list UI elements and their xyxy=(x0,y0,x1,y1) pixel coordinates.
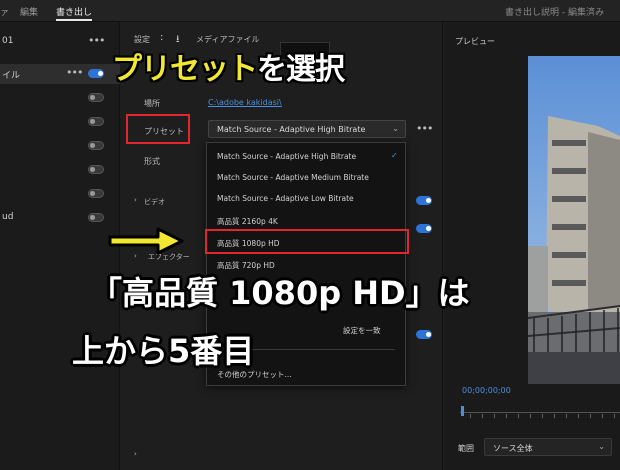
destination-toggle[interactable] xyxy=(88,141,104,150)
chevron-down-icon: ⌄ xyxy=(598,442,605,451)
tab-edit-partial[interactable]: ァ xyxy=(0,5,9,18)
caption-line-2: 上から5番目 xyxy=(72,332,255,370)
destination-row[interactable] xyxy=(0,112,120,132)
destination-label: 01 xyxy=(2,36,14,46)
export-title: 書き出し説明 - 編集済み xyxy=(505,8,604,18)
video-section-chevron-icon[interactable]: › xyxy=(134,196,137,204)
preset-label-highlight xyxy=(126,114,190,144)
match-settings-text[interactable]: 設定を一致 xyxy=(343,325,381,336)
headline-yellow-text: プリセット xyxy=(112,52,258,87)
preset-option[interactable]: Match Source - Adaptive High Bitrate xyxy=(217,152,356,161)
destination-toggle[interactable] xyxy=(88,213,104,222)
range-select-value: ソース全体 xyxy=(493,444,533,453)
destination-panel: 01 ••• イル ••• ud xyxy=(0,22,120,470)
colon-icon: : xyxy=(160,32,164,43)
destination-row[interactable]: ud xyxy=(0,208,120,228)
destination-toggle[interactable] xyxy=(88,93,104,102)
captions-toggle[interactable] xyxy=(416,330,432,339)
preview-image xyxy=(528,56,620,384)
destination-toggle[interactable] xyxy=(88,69,104,78)
video-section-label[interactable]: ビデオ xyxy=(144,197,165,207)
destination-row[interactable]: 01 ••• xyxy=(0,32,120,52)
chevron-down-icon: ⌄ xyxy=(392,124,399,133)
audio-toggle[interactable] xyxy=(416,224,432,233)
preset-select[interactable]: Match Source - Adaptive High Bitrate ⌄ xyxy=(208,120,406,138)
format-label: 形式 xyxy=(144,157,160,166)
preset-option[interactable]: Match Source - Adaptive Medium Bitrate xyxy=(217,173,369,182)
preset-option[interactable]: 高品質 2160p 4K xyxy=(217,216,278,227)
range-select[interactable]: ソース全体 ⌄ xyxy=(484,438,612,456)
timecode: 00;00;00;00 xyxy=(462,386,511,395)
tab-export[interactable]: 書き出し xyxy=(56,5,92,18)
top-bar: ァ 編集 書き出し 書き出し説明 - 編集済み xyxy=(0,0,620,22)
destination-row-media-file[interactable]: イル ••• xyxy=(0,64,120,84)
destination-row[interactable] xyxy=(0,184,120,204)
video-toggle[interactable] xyxy=(416,196,432,205)
preset-more-icon[interactable]: ••• xyxy=(416,122,433,135)
destination-label: ud xyxy=(2,212,14,222)
location-label: 場所 xyxy=(144,99,160,108)
more-icon[interactable]: ••• xyxy=(66,66,83,79)
headline-white-text: を選択 xyxy=(257,52,345,87)
timeline-scrubber[interactable] xyxy=(460,406,620,420)
preset-option[interactable]: Match Source - Adaptive Low Bitrate xyxy=(217,194,354,203)
active-tab-underline xyxy=(56,19,92,21)
headline-annotation: プリセットを選択 xyxy=(112,44,345,88)
destination-row[interactable] xyxy=(0,88,120,108)
tab-edit[interactable]: 編集 xyxy=(20,5,38,18)
destination-toggle[interactable] xyxy=(88,165,104,174)
checkmark-icon: ✓ xyxy=(391,151,398,160)
preset-select-value: Match Source - Adaptive High Bitrate xyxy=(217,125,366,134)
section-chevron-icon[interactable]: › xyxy=(134,450,137,458)
caption-line-1: 「高品質 1080p HD」は xyxy=(90,274,470,312)
right-arrow-icon xyxy=(108,227,184,255)
preview-title: プレビュー xyxy=(455,37,495,46)
destination-row[interactable] xyxy=(0,160,120,180)
location-link[interactable]: C:\adobe kakidasi\ xyxy=(208,98,282,107)
more-icon[interactable]: ••• xyxy=(88,34,105,47)
destination-toggle[interactable] xyxy=(88,189,104,198)
destination-label: イル xyxy=(2,71,21,81)
destination-row[interactable] xyxy=(0,136,120,156)
destination-toggle[interactable] xyxy=(88,117,104,126)
1080p-option-highlight xyxy=(205,229,409,254)
range-label: 範囲 xyxy=(458,444,474,453)
